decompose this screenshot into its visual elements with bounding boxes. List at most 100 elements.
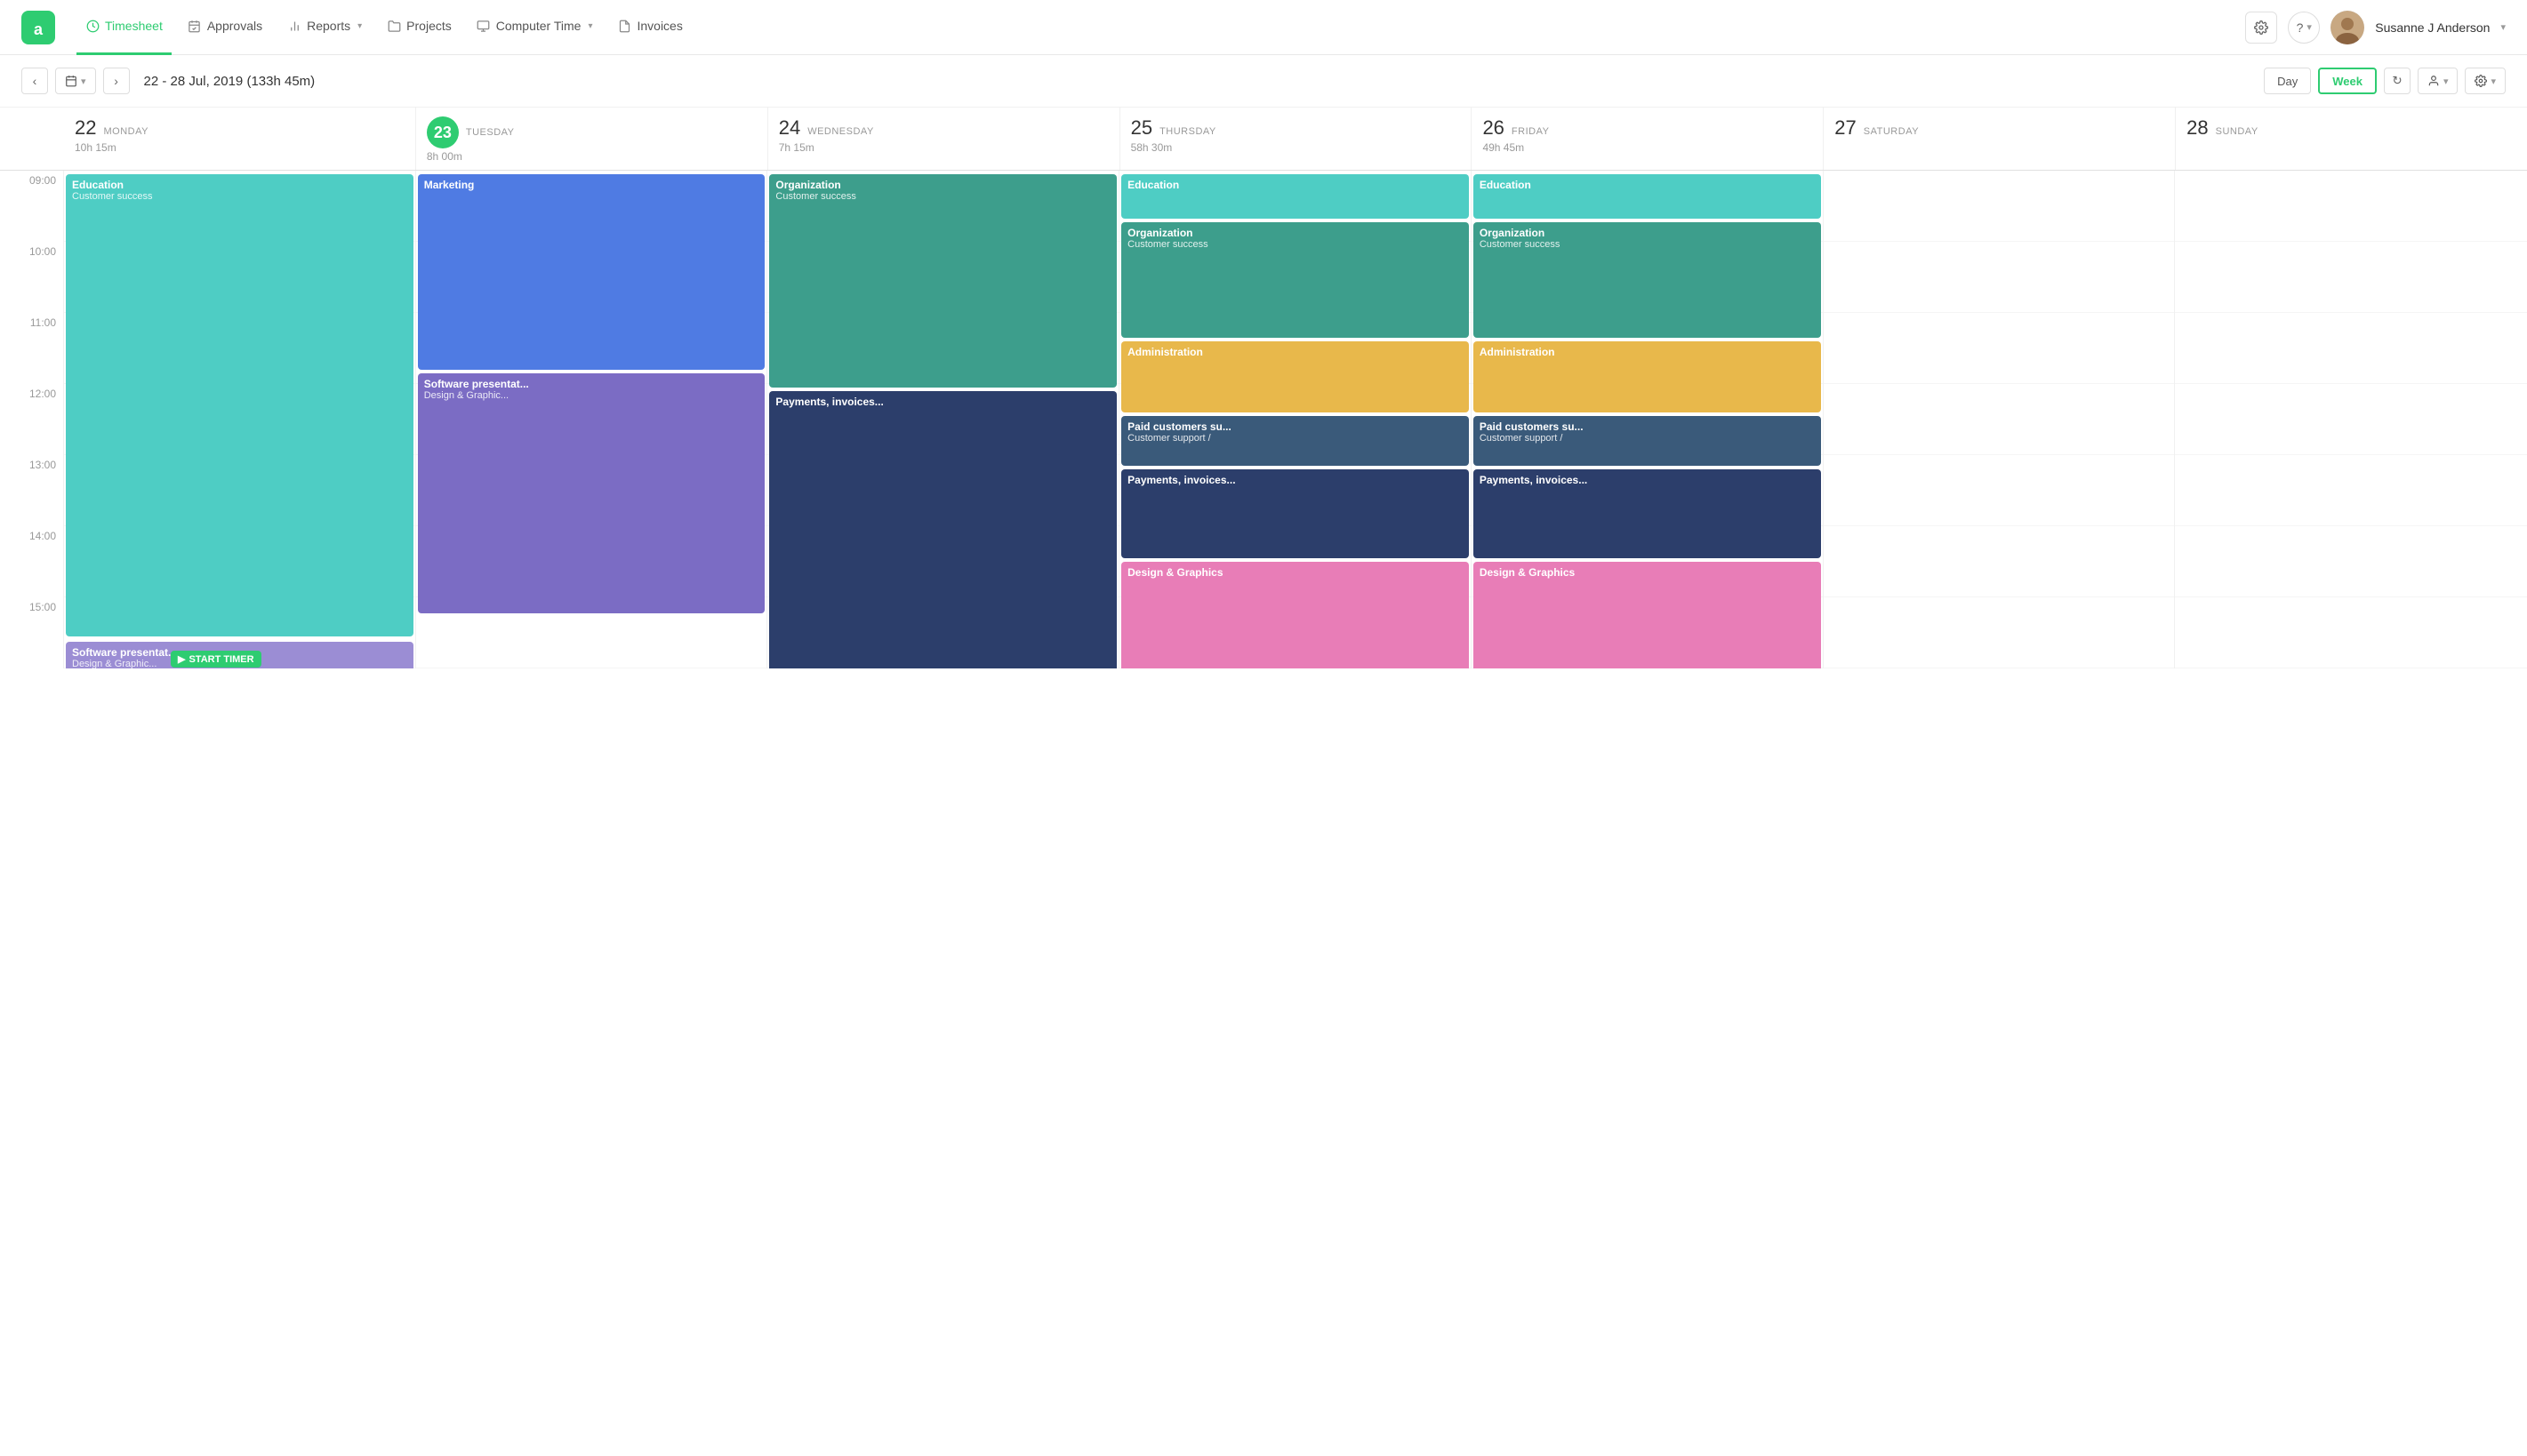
day-name-sun: SUNDAY: [2216, 126, 2258, 137]
nav-approvals[interactable]: Approvals: [179, 0, 271, 55]
day-name-mon: MONDAY: [103, 126, 148, 137]
day-hours-fri: 49h 45m: [1482, 141, 1812, 154]
day-hours-tue: 8h 00m: [427, 150, 757, 163]
day-headers: 22 MONDAY 10h 15m 23 TUESDAY 8h 00m 24 W…: [0, 108, 2527, 171]
view-settings-button[interactable]: ▾: [2465, 68, 2506, 94]
day-col-mon: Education Customer success Software pres…: [64, 171, 416, 668]
event-fri-payments[interactable]: Payments, invoices...: [1473, 469, 1821, 558]
header-right: ? ▾ Susanne J Anderson ▾: [2245, 11, 2506, 44]
reports-dropdown-icon: ▾: [357, 21, 362, 31]
day-header-mon: 22 MONDAY 10h 15m: [64, 108, 416, 170]
day-col-tue: Marketing Software presentat... Design &…: [416, 171, 768, 668]
day-name-fri: FRIDAY: [1512, 126, 1550, 137]
settings-filter-chevron: ▾: [2491, 76, 2496, 87]
avatar[interactable]: [2330, 11, 2364, 44]
help-dropdown-icon: ▾: [2306, 21, 2312, 33]
refresh-button[interactable]: ↻: [2384, 68, 2411, 94]
event-fri-admin[interactable]: Administration: [1473, 341, 1821, 412]
day-header-thu: 25 THURSDAY 58h 30m: [1120, 108, 1472, 170]
time-slot-11: 11:00: [0, 313, 63, 384]
time-slot-12: 12:00: [0, 384, 63, 455]
event-tue-marketing[interactable]: Marketing: [418, 174, 766, 370]
nav-projects[interactable]: Projects: [378, 0, 461, 55]
event-mon-education[interactable]: Education Customer success: [66, 174, 413, 636]
help-button[interactable]: ? ▾: [2288, 12, 2320, 44]
day-name-sat: SATURDAY: [1864, 126, 1919, 137]
event-thu-design[interactable]: Design & Graphics: [1121, 562, 1469, 668]
day-col-thu: Education Organization Customer success …: [1119, 171, 1472, 668]
day-name-tue: TUESDAY: [466, 127, 515, 138]
calendar-check-icon: [188, 19, 202, 33]
svg-text:a: a: [34, 20, 44, 38]
day-name-thu: THURSDAY: [1159, 126, 1216, 137]
day-name-wed: WEDNESDAY: [807, 126, 874, 137]
event-tue-software[interactable]: Software presentat... Design & Graphic..…: [418, 373, 766, 613]
settings-button[interactable]: [2245, 12, 2277, 44]
invoice-icon: [617, 19, 631, 33]
day-hours-wed: 7h 15m: [779, 141, 1109, 154]
event-fri-org[interactable]: Organization Customer success: [1473, 222, 1821, 338]
time-slot-9: 09:00: [0, 171, 63, 242]
user-filter-button[interactable]: ▾: [2418, 68, 2459, 94]
event-fri-edu[interactable]: Education: [1473, 174, 1821, 219]
nav-reports[interactable]: Reports ▾: [278, 0, 371, 55]
day-number-fri: 26: [1482, 116, 1504, 140]
day-header-sat: 27 SATURDAY: [1824, 108, 2176, 170]
day-col-wed: Organization Customer success Payments, …: [767, 171, 1119, 668]
next-week-button[interactable]: ›: [103, 68, 130, 94]
day-col-sun: [2175, 171, 2527, 668]
day-number-thu: 25: [1131, 116, 1152, 140]
day-hours-mon: 10h 15m: [75, 141, 405, 154]
monitor-icon: [477, 19, 491, 33]
chart-icon: [287, 19, 301, 33]
day-header-wed: 24 WEDNESDAY 7h 15m: [768, 108, 1120, 170]
calendar-chevron: ▾: [81, 76, 86, 87]
time-slot-13: 13:00: [0, 455, 63, 526]
play-icon: ▶: [178, 653, 185, 665]
time-slot-10: 10:00: [0, 242, 63, 313]
event-fri-design[interactable]: Design & Graphics: [1473, 562, 1821, 668]
user-filter-chevron: ▾: [2443, 76, 2449, 87]
day-number-mon: 22: [75, 116, 96, 140]
day-number-sat: 27: [1834, 116, 1856, 140]
computer-time-dropdown-icon: ▾: [588, 21, 592, 31]
app-logo[interactable]: a: [21, 11, 55, 44]
user-name: Susanne J Anderson: [2375, 20, 2490, 35]
days-grid: Education Customer success Software pres…: [64, 171, 2527, 668]
event-fri-paid[interactable]: Paid customers su... Customer support /: [1473, 416, 1821, 466]
time-slot-14: 14:00: [0, 526, 63, 597]
day-view-button[interactable]: Day: [2264, 68, 2311, 94]
event-thu-payments[interactable]: Payments, invoices...: [1121, 469, 1469, 558]
prev-week-button[interactable]: ‹: [21, 68, 48, 94]
event-wed-payments[interactable]: Payments, invoices...: [769, 391, 1117, 668]
day-header-tue: 23 TUESDAY 8h 00m: [416, 108, 768, 170]
time-column: 09:00 10:00 11:00 12:00 13:00 14:00 15:0…: [0, 171, 64, 668]
day-number-sun: 28: [2186, 116, 2208, 140]
folder-icon: [387, 19, 401, 33]
event-thu-admin[interactable]: Administration: [1121, 341, 1469, 412]
event-thu-edu[interactable]: Education: [1121, 174, 1469, 219]
day-header-fri: 26 FRIDAY 49h 45m: [1472, 108, 1824, 170]
user-dropdown-icon: ▾: [2500, 21, 2506, 33]
week-view-button[interactable]: Week: [2318, 68, 2377, 94]
nav-computer-time[interactable]: Computer Time ▾: [468, 0, 602, 55]
start-timer-badge[interactable]: ▶ START TIMER: [171, 651, 261, 668]
nav-invoices[interactable]: Invoices: [608, 0, 691, 55]
day-col-sat: [1824, 171, 2176, 668]
event-thu-org[interactable]: Organization Customer success: [1121, 222, 1469, 338]
event-thu-paid[interactable]: Paid customers su... Customer support /: [1121, 416, 1469, 466]
clock-icon: [85, 19, 100, 33]
nav-timesheet[interactable]: Timesheet: [76, 0, 172, 55]
date-range-label: 22 - 28 Jul, 2019 (133h 45m): [144, 74, 316, 89]
event-wed-org[interactable]: Organization Customer success: [769, 174, 1117, 388]
day-number-tue: 23: [427, 116, 459, 148]
day-header-sun: 28 SUNDAY: [2176, 108, 2527, 170]
toolbar: ‹ ▾ › 22 - 28 Jul, 2019 (133h 45m) Day W…: [0, 55, 2527, 108]
day-hours-thu: 58h 30m: [1131, 141, 1461, 154]
day-number-wed: 24: [779, 116, 800, 140]
calendar-picker-button[interactable]: ▾: [55, 68, 96, 94]
day-col-fri: Education Organization Customer success …: [1472, 171, 1824, 668]
time-slot-15: 15:00: [0, 597, 63, 668]
calendar-body: 09:00 10:00 11:00 12:00 13:00 14:00 15:0…: [0, 171, 2527, 668]
header: a Timesheet Approvals Reports ▾ Projects…: [0, 0, 2527, 55]
